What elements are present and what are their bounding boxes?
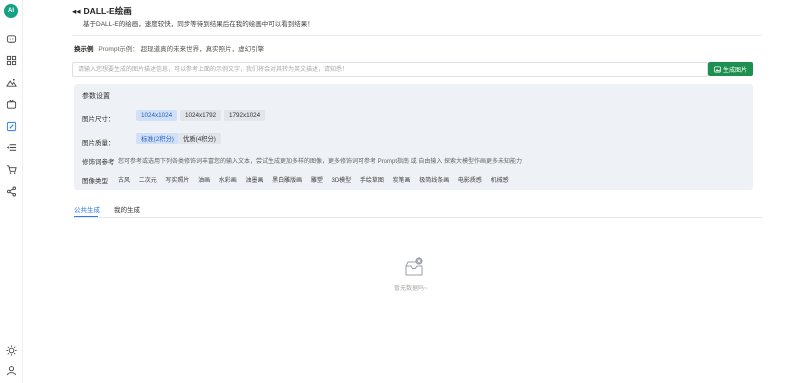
image-gen-icon [714, 66, 721, 72]
style-option[interactable]: 二次元 [139, 178, 157, 184]
style-option[interactable]: 炭笔画 [393, 178, 411, 184]
style-option[interactable]: 极简线条画 [419, 178, 449, 184]
modifier-label: 修饰词参考 [82, 159, 115, 166]
user-icon[interactable] [5, 364, 17, 376]
examples-prefix: Prompt示例： [98, 46, 139, 53]
empty-state-text: 暂无数据吗~ [394, 286, 428, 292]
draw-icon[interactable] [5, 120, 17, 132]
image-icon[interactable] [5, 76, 17, 88]
style-option[interactable]: 雕塑 [311, 178, 323, 184]
video-icon[interactable] [5, 98, 17, 110]
style-option[interactable]: 机械感 [491, 178, 509, 184]
change-example-button[interactable]: 换示例 [74, 46, 94, 53]
sidebar: AI [0, 0, 23, 383]
style-option[interactable]: 油画 [198, 178, 210, 184]
tab-mine[interactable]: 我的生成 [114, 204, 140, 214]
chat-icon[interactable] [5, 33, 17, 45]
cart-icon[interactable] [5, 163, 17, 175]
params-title: 参数设置 [82, 93, 110, 100]
modifier-hint: 您可参考或选用下列各类修饰词丰富您的输入文本，尝试生成更加多样的图像，更多修饰词… [118, 159, 523, 165]
quality-option-hd[interactable]: 优质(4积分) [178, 133, 221, 144]
page-subtitle: 基于DALL-E的绘画，速度较快，同步等待到结果后在我的绘画中可以看到结果！ [83, 21, 314, 28]
example-item[interactable]: 超现道真的未来世界，真实照片，虚幻引擎 [141, 46, 265, 53]
style-option[interactable]: 油墨画 [245, 178, 263, 184]
empty-box-icon [404, 256, 424, 278]
back-icon[interactable]: ◂◂ [72, 6, 81, 16]
style-option[interactable]: 手绘草图 [360, 178, 384, 184]
theme-icon[interactable] [5, 344, 17, 356]
generate-image-button[interactable]: 生成图片 [708, 62, 753, 76]
page-title: ◂◂ DALL-E绘画 [72, 5, 132, 17]
style-option[interactable]: 古风 [118, 178, 130, 184]
prompt-examples: 换示例 Prompt示例： 超现道真的未来世界，真实照片，虚幻引擎 [74, 43, 264, 53]
size-option-1024x1792[interactable]: 1024x1792 [180, 110, 222, 121]
prompt-input[interactable] [73, 63, 707, 76]
style-options: 古风 二次元 写实照片 油画 水彩画 油墨画 黑白雕版画 雕塑 3D模型 手绘草… [118, 175, 516, 184]
style-option[interactable]: 水彩画 [219, 178, 237, 184]
tabs-divider [74, 217, 762, 218]
style-option[interactable]: 写实照片 [165, 178, 189, 184]
generate-button-label: 生成图片 [722, 67, 747, 74]
app-logo[interactable]: AI [4, 4, 18, 18]
page-title-text: DALL-E绘画 [83, 6, 132, 16]
size-option-1024x1024[interactable]: 1024x1024 [136, 110, 178, 121]
style-option[interactable]: 电影质感 [458, 178, 482, 184]
size-label: 图片尺寸： [82, 116, 115, 123]
header-divider [72, 35, 762, 36]
params-panel: 参数设置 图片尺寸： 1024x1024 1024x1792 1792x1024… [74, 84, 753, 190]
style-label: 图像类型 [82, 178, 108, 185]
size-option-1792x1024[interactable]: 1792x1024 [224, 110, 266, 121]
style-option[interactable]: 黑白雕版画 [272, 178, 302, 184]
quality-option-standard[interactable]: 标准(2积分) [136, 133, 179, 144]
style-option[interactable]: 3D模型 [332, 178, 352, 184]
prompt-input-wrapper [72, 62, 708, 77]
apps-icon[interactable] [5, 54, 17, 66]
share-icon[interactable] [5, 185, 17, 197]
list-icon[interactable] [5, 141, 17, 153]
tab-public[interactable]: 公共生成 [74, 204, 100, 214]
quality-label: 图片质量： [82, 140, 115, 147]
main-content: ◂◂ DALL-E绘画 基于DALL-E的绘画，速度较快，同步等待到结果后在我的绘… [22, 0, 800, 383]
